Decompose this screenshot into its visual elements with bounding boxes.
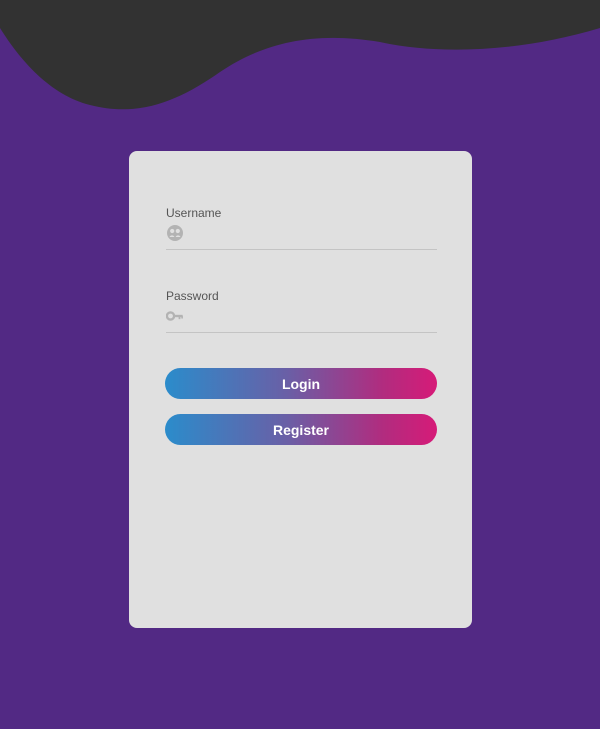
login-button[interactable]: Login bbox=[165, 368, 437, 399]
password-row bbox=[166, 305, 437, 333]
password-label: Password bbox=[166, 289, 219, 303]
username-label: Username bbox=[166, 206, 222, 220]
login-card: Username Password Login Register bbox=[129, 151, 472, 628]
key-icon bbox=[166, 307, 184, 325]
login-page: Username Password Login Register bbox=[0, 0, 600, 729]
register-button[interactable]: Register bbox=[165, 414, 437, 445]
username-input[interactable] bbox=[190, 223, 437, 243]
user-circle-icon bbox=[166, 224, 184, 242]
top-wave-decoration bbox=[0, 0, 600, 110]
password-field: Password bbox=[166, 289, 437, 333]
username-row bbox=[166, 222, 437, 250]
username-field: Username bbox=[166, 206, 437, 250]
password-input[interactable] bbox=[190, 306, 437, 326]
